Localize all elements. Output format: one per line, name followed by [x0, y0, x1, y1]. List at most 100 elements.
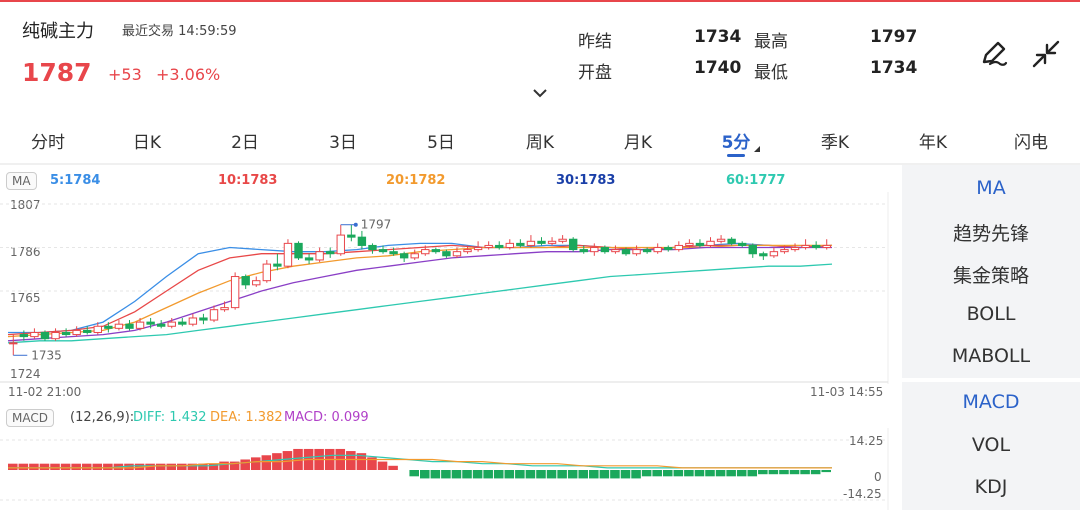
macd-histogram-bar: [536, 470, 546, 479]
prev-settle-label: 昨结: [578, 32, 612, 52]
macd-histogram-bar: [758, 470, 768, 475]
ma10-value: 10:1783: [218, 173, 278, 188]
ma-badge[interactable]: MA: [6, 172, 37, 190]
candle: [83, 329, 92, 333]
candle: [695, 242, 705, 246]
indicator-trend-pioneer[interactable]: 趋势先锋: [902, 219, 1080, 246]
indicator-vol[interactable]: VOL: [902, 434, 1080, 456]
macd-histogram-bar: [441, 470, 451, 479]
candle: [294, 242, 303, 259]
candle: [368, 244, 377, 251]
macd-histogram-bar: [430, 470, 441, 479]
macd-histogram-bar: [18, 463, 29, 470]
candle: [241, 276, 250, 286]
time-axis-end: 11-03 14:55: [810, 385, 884, 399]
candle: [822, 244, 831, 249]
tab-daily[interactable]: 日K: [133, 128, 161, 153]
macd-histogram-bar: [420, 470, 430, 479]
macd-dea: DEA: 1.382: [210, 410, 283, 425]
chevron-down-icon[interactable]: [532, 88, 548, 98]
macd-legend: MACD (12,26,9): DIFF: 1.432 DEA: 1.382 M…: [0, 406, 900, 430]
tab-quarterly[interactable]: 季K: [821, 128, 849, 153]
last-trade-info: 最近交易 14:59:59: [122, 20, 237, 39]
candle: [526, 240, 536, 246]
price-change: +53: [108, 65, 142, 84]
last-price: 1787: [22, 58, 92, 87]
macd-histogram-bar: [250, 457, 261, 470]
candle: [51, 331, 60, 340]
candlestick-chart[interactable]: 1797 1735: [0, 192, 895, 384]
candle: [801, 244, 810, 249]
tab-intraday[interactable]: 分时: [31, 128, 65, 153]
candle: [716, 238, 726, 242]
candle: [283, 242, 293, 267]
high-marker-dot: [353, 222, 358, 227]
macd-histogram-bar: [694, 470, 705, 477]
candle: [230, 276, 240, 309]
indicator-kdj[interactable]: KDJ: [902, 476, 1080, 498]
indicator-boll[interactable]: BOLL: [902, 303, 1080, 325]
tab-monthly[interactable]: 月K: [624, 128, 652, 153]
candle: [199, 317, 208, 321]
indicator-ma[interactable]: MA: [902, 177, 1080, 199]
candle: [674, 244, 684, 251]
candle: [484, 244, 493, 249]
tab-yearly[interactable]: 年K: [919, 128, 947, 153]
macd-badge[interactable]: MACD: [6, 409, 54, 427]
tab-weekly[interactable]: 周K: [526, 128, 554, 153]
macd-histogram-bar: [346, 451, 356, 470]
tab-5min[interactable]: 5分: [722, 128, 751, 153]
macd-histogram-bar: [715, 470, 726, 477]
indicator-gold-strategy[interactable]: 集金策略: [902, 261, 1080, 288]
candle: [759, 253, 768, 257]
tab-flash[interactable]: 闪电: [1014, 128, 1048, 153]
low-label: 最低: [754, 63, 788, 83]
macd-axis-top: 14.25: [849, 434, 884, 448]
candle: [9, 342, 18, 345]
macd-histogram-bar: [240, 459, 250, 470]
tab-5day[interactable]: 5日: [427, 128, 455, 153]
edit-pen-icon[interactable]: [978, 38, 1010, 70]
indicator-macd[interactable]: MACD: [902, 391, 1080, 413]
macd-histogram-bar: [493, 470, 504, 479]
candle: [452, 251, 462, 257]
period-dropdown-icon[interactable]: [754, 146, 760, 152]
macd-histogram-bar: [388, 465, 398, 470]
macd-histogram-bar: [71, 463, 81, 470]
candle: [590, 247, 599, 253]
macd-histogram-bar: [103, 463, 113, 470]
macd-histogram-bar: [610, 470, 620, 479]
candle: [558, 238, 567, 242]
active-tab-indicator: [727, 154, 745, 157]
collapse-arrows-icon[interactable]: [1030, 38, 1062, 70]
macd-histogram-bar: [177, 463, 187, 470]
macd-histogram-bar: [166, 463, 177, 470]
candle: [611, 249, 620, 253]
candle: [167, 321, 176, 327]
macd-histogram-bar: [789, 470, 800, 475]
macd-histogram-bar: [567, 470, 578, 479]
macd-chart[interactable]: [0, 428, 895, 510]
candle: [188, 317, 198, 325]
macd-histogram-bar: [705, 470, 715, 477]
tab-3day[interactable]: 3日: [329, 128, 357, 153]
ma60-value: 60:1777: [726, 173, 786, 188]
macd-histogram-bar: [546, 470, 557, 479]
candle: [727, 238, 736, 244]
ma10-line: [7, 244, 833, 336]
candle: [738, 242, 747, 246]
candle: [473, 247, 483, 251]
candle: [431, 249, 441, 253]
macd-histogram-bar: [483, 470, 493, 479]
candle: [114, 323, 124, 329]
ma5-value: 5:1784: [50, 173, 101, 188]
indicator-maboll[interactable]: MABOLL: [902, 345, 1080, 367]
candle: [209, 309, 219, 321]
candle: [19, 334, 29, 338]
candle: [790, 247, 800, 251]
macd-axis-bottom: -14.25: [843, 487, 882, 501]
ma20-value: 20:1782: [386, 173, 446, 188]
tab-2day[interactable]: 2日: [231, 128, 259, 153]
low-marker-label: 1735: [31, 348, 62, 362]
macd-histogram-bar: [684, 470, 694, 477]
